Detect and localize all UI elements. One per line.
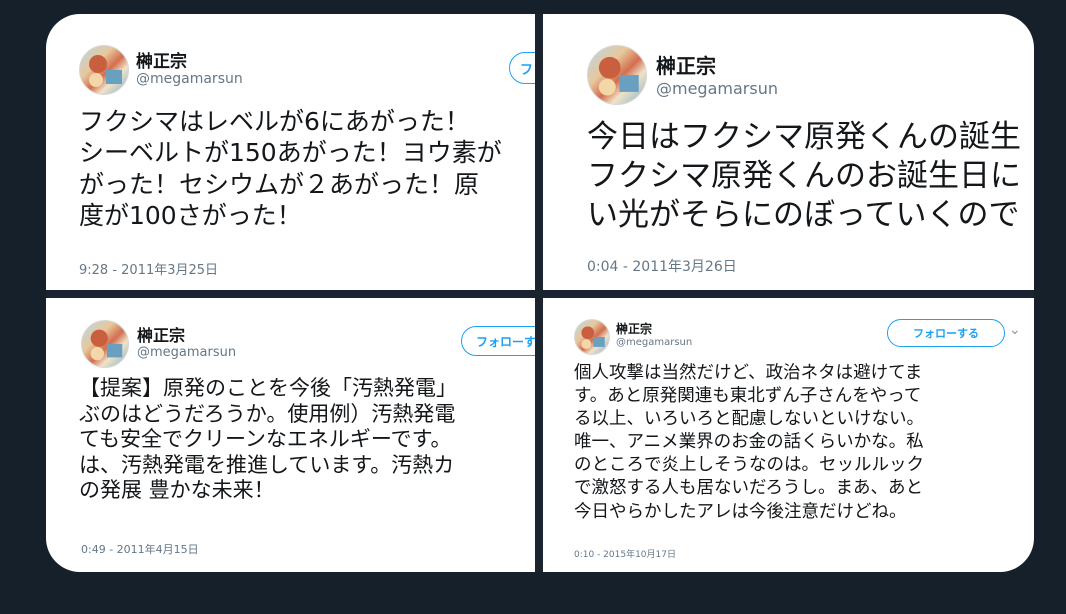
author-handle[interactable]: @megamarsun xyxy=(616,337,692,348)
tweet-card-2: 榊正宗 @megamarsun 今日はフクシマ原発くんの誕生 フクシマ原発くんの… xyxy=(543,14,1034,290)
avatar[interactable] xyxy=(79,45,129,95)
follow-button[interactable]: フォローす xyxy=(461,326,535,356)
avatar[interactable] xyxy=(587,45,647,105)
avatar[interactable] xyxy=(81,320,129,368)
author-name[interactable]: 榊正宗 xyxy=(656,50,716,79)
avatar[interactable] xyxy=(574,319,610,355)
tweet-card-1: 榊正宗 @megamarsun フ フクシマはレベルが6にあがった！ シーベルト… xyxy=(46,14,535,290)
tweet-timestamp[interactable]: 0:49 - 2011年4月15日 xyxy=(81,541,199,557)
tweet-text: フクシマはレベルが6にあがった！ シーベルトが150あがった！ヨウ素が がった！… xyxy=(79,107,502,230)
author-name[interactable]: 榊正宗 xyxy=(616,320,652,337)
author-handle[interactable]: @megamarsun xyxy=(656,79,778,98)
chevron-down-icon[interactable]: ⌄ xyxy=(1009,322,1021,338)
tweet-timestamp[interactable]: 0:04 - 2011年3月26日 xyxy=(587,256,737,276)
author-name[interactable]: 榊正宗 xyxy=(137,322,185,346)
tweet-card-3: 榊正宗 @megamarsun フォローす 【提案】原発のことを今後「汚熱発電」… xyxy=(46,298,535,572)
author-handle[interactable]: @megamarsun xyxy=(137,345,236,360)
author-handle[interactable]: @megamarsun xyxy=(136,71,243,87)
tweet-text: 個人攻撃は当然だけど、政治ネタは避けてま す。あと原発関連も東北ずん子さんをやっ… xyxy=(574,363,924,522)
tweet-timestamp[interactable]: 9:28 - 2011年3月25日 xyxy=(79,259,218,278)
follow-button[interactable]: フ xyxy=(509,52,535,84)
author-name[interactable]: 榊正宗 xyxy=(136,47,187,72)
follow-button[interactable]: フォローする xyxy=(887,319,1005,347)
tweet-text: 【提案】原発のことを今後「汚熱発電」 ぶのはどうだろうか。使用例）汚熱発電 ても… xyxy=(79,376,457,503)
tweet-collage: 榊正宗 @megamarsun フ フクシマはレベルが6にあがった！ シーベルト… xyxy=(46,14,1034,572)
tweet-text: 今日はフクシマ原発くんの誕生 フクシマ原発くんのお誕生日に い光がそらにのぼって… xyxy=(587,119,1021,233)
tweet-timestamp[interactable]: 0:10 - 2015年10月17日 xyxy=(574,547,676,560)
tweet-card-4: 榊正宗 @megamarsun フォローする ⌄ 個人攻撃は当然だけど、政治ネタ… xyxy=(543,298,1034,572)
